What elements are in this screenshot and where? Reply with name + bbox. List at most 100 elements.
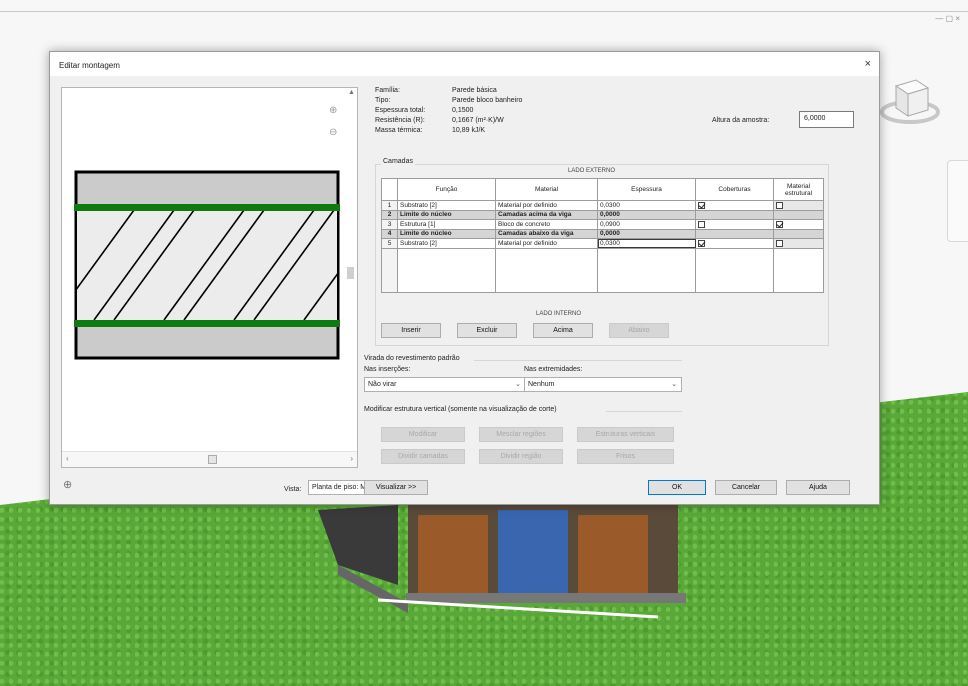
horizontal-scrollbar[interactable]: ‹ › — [62, 451, 357, 467]
col-header-num — [381, 178, 398, 201]
table-row[interactable]: 1 Substrato [2] Material por definido 0,… — [381, 200, 824, 211]
scroll-up-icon[interactable]: ▲ — [348, 89, 355, 96]
zoom-in-icon[interactable]: ⊕ — [329, 105, 337, 116]
table-row[interactable]: 3 Estrutura [1] Bloco de concreto 0,0900 — [381, 219, 824, 230]
chevron-down-icon: ⌄ — [671, 381, 677, 388]
function-cell[interactable]: Limite do núcleo — [397, 209, 496, 220]
table-row[interactable]: 2 Limite do núcleo Camadas acima da viga… — [381, 209, 824, 220]
wrapping-title: Virada do revestimento padrão — [364, 355, 460, 362]
close-icon[interactable]: × — [865, 58, 871, 70]
property-values: Parede básica Parede bloco banheiro 0,15… — [452, 86, 522, 136]
col-header-structural: Material estrutural — [773, 178, 824, 201]
empty-cell — [495, 247, 598, 293]
vertical-scrollbar[interactable]: ▲ — [344, 87, 358, 468]
type-value: Parede bloco banheiro — [452, 97, 523, 104]
at-inserts-select[interactable]: Não virar ⌄ — [364, 377, 526, 392]
split-region-button[interactable]: Dividir região — [479, 449, 563, 464]
wraps-checkbox[interactable] — [698, 239, 705, 247]
wraps-checkbox[interactable] — [698, 201, 705, 209]
wraps-cell[interactable] — [695, 238, 774, 249]
structural-cell[interactable] — [773, 238, 824, 249]
at-ends-select[interactable]: Nenhum ⌄ — [524, 377, 682, 392]
table-row[interactable]: 5 Substrato [2] Material por definido 0,… — [381, 238, 824, 249]
wraps-cell[interactable] — [695, 200, 774, 211]
viewcube-icon[interactable] — [880, 72, 940, 132]
wraps-cell[interactable] — [695, 219, 774, 230]
thickness-cell[interactable]: 0,0000 — [597, 228, 696, 239]
function-cell[interactable]: Limite do núcleo — [397, 228, 496, 239]
window-controls[interactable]: — ▢ × — [935, 14, 960, 23]
material-cell[interactable]: Camadas acima da viga — [495, 209, 598, 220]
resistance-value: 0,1667 (m²·K)/W — [452, 117, 504, 124]
move-up-button[interactable]: Acima — [533, 323, 593, 338]
sweeps-button[interactable]: Estruturas verticais — [577, 427, 674, 442]
structural-checkbox[interactable] — [776, 201, 783, 209]
thickness-cell[interactable]: 0,0900 — [597, 219, 696, 230]
zoom-out-icon[interactable]: ⊖ — [329, 127, 337, 138]
wall-preview-pane[interactable]: ⊕ ⊖ ‹ › — [61, 87, 358, 468]
chevron-down-icon: ⌄ — [515, 381, 521, 388]
col-header-material: Material — [495, 178, 598, 201]
material-cell[interactable]: Material por definido — [495, 200, 598, 211]
help-button[interactable]: Ajuda — [786, 480, 850, 495]
reveals-button[interactable]: Frisos — [577, 449, 674, 464]
row-number[interactable]: 3 — [381, 219, 398, 230]
interior-side-label: LADO INTERNO — [536, 311, 582, 317]
title-bar[interactable]: Editar montagem × — [50, 52, 879, 76]
row-number[interactable]: 4 — [381, 228, 398, 239]
sample-height-input[interactable]: 6,0000 — [799, 111, 854, 128]
cancel-button[interactable]: Cancelar — [715, 480, 777, 495]
dialog-title: Editar montagem — [59, 61, 120, 70]
ok-button[interactable]: OK — [648, 480, 706, 495]
modify-button[interactable]: Modificar — [381, 427, 465, 442]
row-number[interactable]: 2 — [381, 209, 398, 220]
merge-regions-button[interactable]: Mesclar regiões — [479, 427, 563, 442]
layers-table[interactable]: Função Material Espessura Coberturas Mat… — [381, 178, 824, 293]
preview-button[interactable]: Visualizar >> — [364, 480, 428, 495]
material-cell[interactable]: Material por definido — [495, 238, 598, 249]
layers-header-row: Função Material Espessura Coberturas Mat… — [381, 178, 824, 201]
function-cell[interactable]: Substrato [2] — [397, 200, 496, 211]
col-header-function: Função — [397, 178, 496, 201]
assign-layers-button[interactable]: Dividir camadas — [381, 449, 465, 464]
at-inserts-value: Não virar — [368, 381, 397, 388]
delete-button[interactable]: Excluir — [457, 323, 517, 338]
row-number[interactable]: 5 — [381, 238, 398, 249]
empty-row — [381, 247, 824, 293]
thickness-cell[interactable]: 0,0300 — [597, 200, 696, 211]
function-cell[interactable]: Substrato [2] — [397, 238, 496, 249]
function-cell[interactable]: Estrutura [1] — [397, 219, 496, 230]
structural-cell[interactable] — [773, 219, 824, 230]
family-value: Parede básica — [452, 87, 497, 94]
empty-cell — [381, 247, 398, 293]
wraps-checkbox[interactable] — [698, 220, 705, 228]
navigation-bar[interactable] — [947, 160, 968, 242]
structural-checkbox[interactable] — [776, 220, 783, 228]
material-cell[interactable]: Camadas abaixo da viga — [495, 228, 598, 239]
type-label: Tipo: — [375, 97, 391, 104]
empty-cell — [397, 247, 496, 293]
move-down-button[interactable]: Abaixo — [609, 323, 669, 338]
zoom-region-icon[interactable]: ⊕ — [63, 478, 79, 492]
house-model — [318, 505, 686, 619]
structural-cell — [773, 228, 824, 239]
wraps-cell — [695, 209, 774, 220]
structural-checkbox[interactable] — [776, 239, 783, 247]
scroll-left-icon[interactable]: ‹ — [66, 454, 69, 463]
insert-button[interactable]: Inserir — [381, 323, 441, 338]
scroll-thumb[interactable] — [208, 455, 217, 464]
total-thickness-label: Espessura total: — [375, 107, 426, 114]
thickness-cell[interactable]: 0,0000 — [597, 209, 696, 220]
separator — [606, 411, 682, 412]
material-cell[interactable]: Bloco de concreto — [495, 219, 598, 230]
view-label: Vista: — [284, 486, 302, 493]
row-number[interactable]: 1 — [381, 200, 398, 211]
vertical-structure-title: Modificar estrutura vertical (somente na… — [364, 406, 557, 413]
core-boundary-bottom — [74, 320, 340, 327]
table-row[interactable]: 4 Limite do núcleo Camadas abaixo da vig… — [381, 228, 824, 239]
ribbon-edge — [0, 11, 968, 12]
thickness-cell[interactable]: 0,0300 — [597, 238, 696, 249]
structural-cell[interactable] — [773, 200, 824, 211]
scroll-thumb-vertical[interactable] — [347, 267, 354, 279]
at-inserts-label: Nas inserções: — [364, 366, 411, 373]
